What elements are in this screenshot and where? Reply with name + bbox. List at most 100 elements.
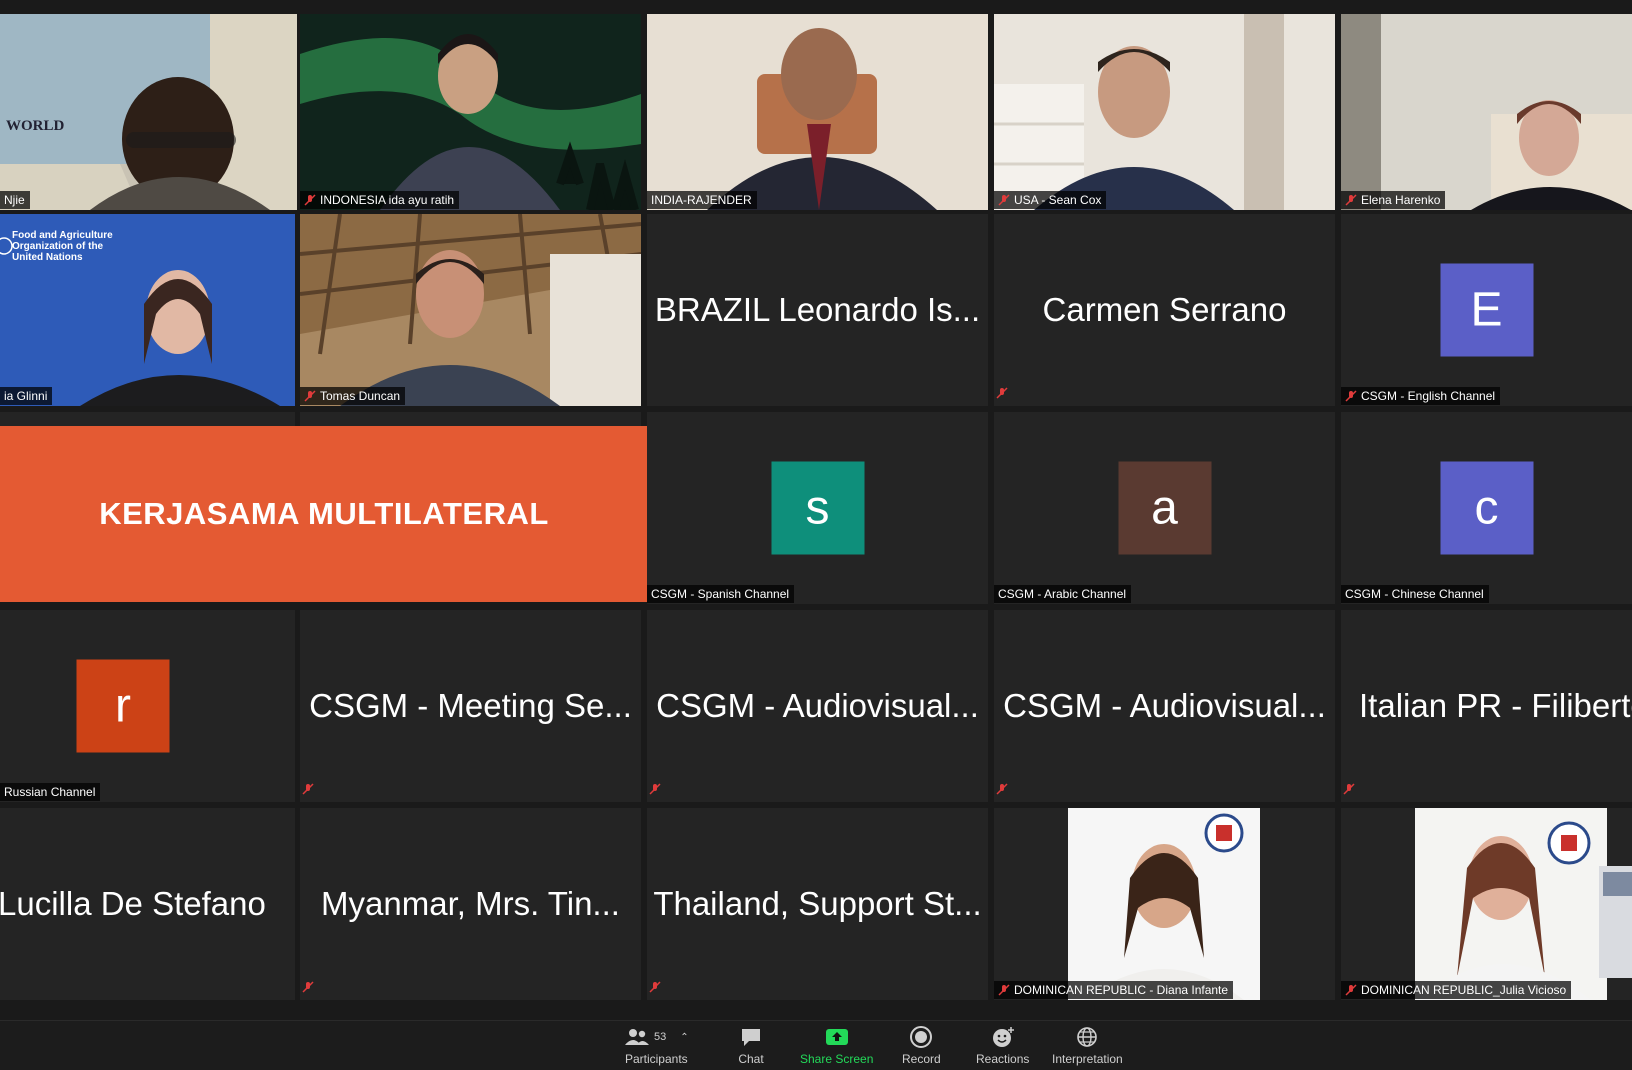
participant-name-label: CSGM - Chinese Channel: [1341, 585, 1489, 603]
participants-button[interactable]: 53 ⌃ Participants: [624, 1025, 689, 1066]
participant-name: CSGM - Spanish Channel: [651, 587, 790, 601]
banner-text: KERJASAMA MULTILATERAL: [99, 496, 549, 531]
video-tile-julia[interactable]: DOMINICAN REPUBLIC_Julia Vicioso: [1341, 808, 1632, 1000]
muted-mic-icon: [302, 783, 314, 795]
share-screen-button[interactable]: Share Screen: [800, 1025, 873, 1066]
participant-video: [994, 14, 1335, 210]
participant-video: [1341, 14, 1632, 210]
avatar: c: [1440, 461, 1533, 555]
muted-mic-icon: [1343, 783, 1355, 795]
avatar-tile-arabic[interactable]: a CSGM - Arabic Channel: [994, 412, 1335, 604]
participant-video: [1341, 808, 1632, 1000]
participant-video: [994, 808, 1335, 1000]
tile-gap: [0, 412, 295, 426]
name-tile-thailand[interactable]: Thailand, Support St...: [647, 808, 988, 1000]
muted-mic-icon: [649, 783, 661, 795]
participant-video: [300, 214, 641, 406]
participant-name: Carmen Serrano: [1042, 291, 1287, 328]
participant-name-label: Russian Channel: [0, 783, 101, 801]
participant-name-label: Tomas Duncan: [300, 387, 406, 405]
participant-name: CSGM - Audiovisual...: [656, 687, 979, 724]
fao-logo-text: Food and Agriculture Organization of the…: [12, 230, 113, 263]
avatar-tile-spanish[interactable]: s CSGM - Spanish Channel: [647, 412, 988, 604]
participant-name: Tomas Duncan: [320, 389, 401, 403]
participant-name-label: CSGM - Arabic Channel: [994, 585, 1132, 603]
chevron-up-icon[interactable]: ⌃: [680, 1032, 688, 1043]
participant-video: [647, 14, 988, 210]
video-tile-glinni[interactable]: Food and Agriculture Organization of the…: [0, 214, 295, 406]
video-tile-usa[interactable]: USA - Sean Cox: [994, 14, 1335, 210]
participants-count: 53: [654, 1031, 667, 1043]
participant-name: CSGM - Audiovisual...: [1003, 687, 1326, 724]
chat-icon: [742, 1029, 760, 1046]
shared-content-banner: KERJASAMA MULTILATERAL: [0, 426, 648, 602]
name-tile-audiovisual-1[interactable]: CSGM - Audiovisual...: [647, 610, 988, 802]
muted-mic-icon: [1345, 984, 1357, 996]
participant-name-label: CSGM - English Channel: [1341, 387, 1501, 405]
participant-name: DOMINICAN REPUBLIC - Diana Infante: [1014, 983, 1229, 997]
name-tile-myanmar[interactable]: Myanmar, Mrs. Tin...: [300, 808, 641, 1000]
video-tile-diana[interactable]: DOMINICAN REPUBLIC - Diana Infante: [994, 808, 1335, 1000]
participant-name: BRAZIL Leonardo Is...: [654, 291, 981, 328]
participant-name-label: USA - Sean Cox: [994, 191, 1107, 209]
avatar-tile-english[interactable]: E CSGM - English Channel: [1341, 214, 1632, 406]
participant-name: Italian PR - Filiberto: [1359, 687, 1632, 724]
avatar: a: [1118, 461, 1211, 555]
participant-name: CSGM - Chinese Channel: [1345, 587, 1484, 601]
muted-mic-icon: [304, 390, 316, 402]
reactions-button[interactable]: Reactions: [976, 1025, 1029, 1066]
name-tile-audiovisual-2[interactable]: CSGM - Audiovisual...: [994, 610, 1335, 802]
muted-mic-icon: [996, 387, 1008, 399]
participant-name-label: INDONESIA ida ayu ratih: [300, 191, 460, 209]
avatar-tile-russian[interactable]: r Russian Channel: [0, 610, 295, 802]
interpretation-label: Interpretation: [1052, 1052, 1123, 1066]
video-tile-njie[interactable]: WORLD Njie: [0, 14, 297, 210]
name-tile-lucilla[interactable]: Lucilla De Stefano: [0, 808, 295, 1000]
muted-mic-icon: [304, 194, 316, 206]
avatar: s: [771, 461, 864, 555]
name-tile-carmen[interactable]: Carmen Serrano: [994, 214, 1335, 406]
muted-mic-icon: [649, 981, 661, 993]
muted-mic-icon: [1345, 390, 1357, 402]
participant-name: INDIA-RAJENDER: [651, 193, 752, 207]
participant-name: Elena Harenko: [1361, 193, 1441, 207]
participant-name-label: Njie: [0, 191, 30, 209]
meeting-toolbar: 53 ⌃ Participants Chat Share Screen Reco…: [0, 1020, 1632, 1070]
video-tile-india[interactable]: INDIA-RAJENDER: [647, 14, 988, 210]
share-screen-icon: [825, 1029, 848, 1045]
participant-name-label: DOMINICAN REPUBLIC_Julia Vicioso: [1341, 981, 1572, 999]
chat-label: Chat: [738, 1052, 764, 1066]
name-tile-meeting[interactable]: CSGM - Meeting Se...: [300, 610, 641, 802]
muted-mic-icon: [998, 984, 1010, 996]
participant-name-label: INDIA-RAJENDER: [647, 191, 757, 209]
chat-button[interactable]: Chat: [738, 1025, 764, 1066]
participant-name: Lucilla De Stefano: [0, 885, 266, 922]
name-tile-italian[interactable]: Italian PR - Filiberto: [1341, 610, 1632, 802]
participant-name: Njie: [4, 193, 25, 207]
record-button[interactable]: Record: [902, 1025, 941, 1066]
video-tile-elena[interactable]: Elena Harenko: [1341, 14, 1632, 210]
participant-name: Russian Channel: [4, 785, 96, 799]
avatar-tile-chinese[interactable]: c CSGM - Chinese Channel: [1341, 412, 1632, 604]
participant-name-label: ia Glinni: [0, 387, 53, 405]
reactions-icon: [992, 1027, 1014, 1047]
avatar: r: [76, 659, 170, 753]
participant-name: CSGM - English Channel: [1361, 389, 1496, 403]
video-tile-tomas[interactable]: Tomas Duncan: [300, 214, 641, 406]
record-label: Record: [902, 1052, 941, 1066]
participants-icon: [625, 1029, 649, 1045]
name-tile-brazil[interactable]: BRAZIL Leonardo Is...: [647, 214, 988, 406]
muted-mic-icon: [1345, 194, 1357, 206]
share-screen-label: Share Screen: [800, 1052, 874, 1066]
video-tile-indonesia[interactable]: INDONESIA ida ayu ratih: [300, 14, 641, 210]
tile-gap: [300, 412, 641, 426]
muted-mic-icon: [996, 783, 1008, 795]
participant-name-label: CSGM - Spanish Channel: [647, 585, 795, 603]
muted-mic-icon: [998, 194, 1010, 206]
interpretation-button[interactable]: Interpretation: [1052, 1025, 1123, 1066]
participant-name: Thailand, Support St...: [653, 885, 982, 922]
participant-name: CSGM - Arabic Channel: [998, 587, 1127, 601]
participants-label: Participants: [624, 1052, 688, 1066]
globe-icon: [1077, 1027, 1098, 1047]
participant-name: Myanmar, Mrs. Tin...: [321, 885, 620, 922]
